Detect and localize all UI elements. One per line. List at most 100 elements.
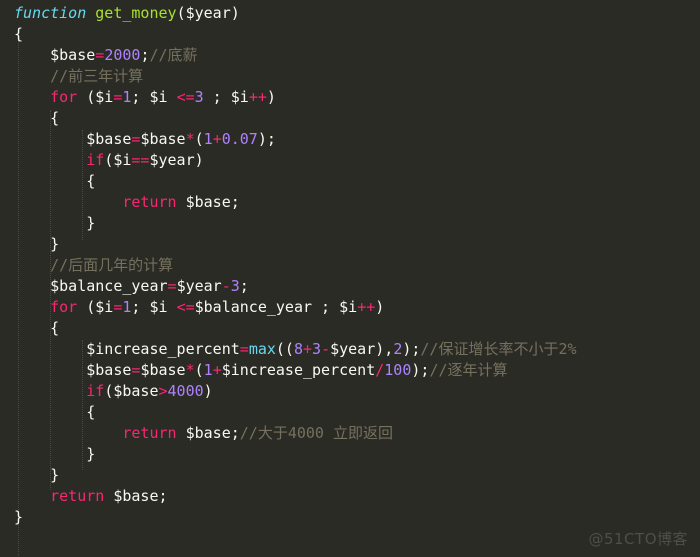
token-var: $base	[113, 382, 159, 400]
code-line[interactable]: {	[0, 108, 700, 129]
token-punc: }	[86, 445, 96, 463]
code-line[interactable]: //前三年计算	[0, 66, 700, 87]
token-op: /	[375, 361, 385, 379]
token-num: 0.07	[221, 130, 258, 148]
code-line[interactable]: $base=$base*(1+0.07);	[0, 129, 700, 150]
token-op: -	[221, 277, 231, 295]
code-line[interactable]: }	[0, 507, 700, 528]
token-var: $i	[339, 298, 358, 316]
token-kw: for	[50, 88, 78, 106]
token-punc: ;	[239, 277, 249, 295]
token-num: 1	[203, 361, 213, 379]
token-punc	[168, 88, 177, 106]
token-op: >	[158, 382, 168, 400]
code-line[interactable]: return $base;	[0, 192, 700, 213]
token-punc: {	[14, 25, 24, 43]
code-line[interactable]: $increase_percent=max((8+3-$year),2);//保…	[0, 339, 700, 360]
code-line[interactable]: $base=$base*(1+$increase_percent/100);//…	[0, 360, 700, 381]
token-punc: ;	[230, 193, 240, 211]
token-op: <=	[176, 88, 195, 106]
token-op: =	[167, 277, 177, 295]
token-punc: );	[411, 361, 430, 379]
token-punc: {	[86, 172, 96, 190]
code-line[interactable]: $base=2000;//底薪	[0, 45, 700, 66]
code-line[interactable]: }	[0, 444, 700, 465]
code-line[interactable]: function get_money($year)	[0, 3, 700, 24]
token-punc: (	[77, 298, 96, 316]
token-var: $year	[149, 151, 195, 169]
token-num: 8	[293, 340, 303, 358]
code-line[interactable]: {	[0, 171, 700, 192]
token-punc: );	[402, 340, 421, 358]
code-line[interactable]: //后面几年的计算	[0, 255, 700, 276]
token-var: $i	[149, 298, 168, 316]
token-var: $base	[185, 424, 231, 442]
token-num: 2000	[104, 46, 141, 64]
token-punc: }	[50, 466, 60, 484]
token-var: $increase_percent	[221, 361, 376, 379]
token-punc: }	[86, 214, 96, 232]
token-punc	[86, 4, 95, 22]
token-cmt: //底薪	[149, 46, 198, 64]
code-line[interactable]: $balance_year=$year-3;	[0, 276, 700, 297]
token-punc	[104, 487, 113, 505]
token-punc: (	[77, 88, 96, 106]
token-punc: {	[50, 319, 60, 337]
token-var: $base	[140, 361, 186, 379]
token-punc	[177, 424, 186, 442]
token-num: 3	[230, 277, 240, 295]
token-op: -	[321, 340, 331, 358]
token-op: ==	[131, 151, 150, 169]
token-var: $base	[185, 193, 231, 211]
code-line[interactable]: }	[0, 213, 700, 234]
code-line[interactable]: return $base;//大于4000 立即返回	[0, 423, 700, 444]
token-punc: }	[14, 508, 24, 526]
token-punc: )	[230, 4, 240, 22]
code-content[interactable]: function get_money($year){ $base=2000;//…	[0, 3, 700, 549]
token-kw: if	[86, 151, 105, 169]
token-cmt: //逐年计算	[429, 361, 508, 379]
token-num: 4000	[167, 382, 204, 400]
token-fnkw: function	[14, 4, 87, 22]
token-punc: (	[194, 130, 204, 148]
code-line[interactable]: {	[0, 402, 700, 423]
code-line[interactable]: {	[0, 318, 700, 339]
token-op: +	[303, 340, 313, 358]
token-punc: ((	[275, 340, 294, 358]
code-line[interactable]: if($i==$year)	[0, 150, 700, 171]
token-op: *	[185, 130, 195, 148]
code-editor[interactable]: function get_money($year){ $base=2000;//…	[0, 0, 700, 557]
token-op: =	[95, 46, 105, 64]
code-line[interactable]: for ($i=1; $i <=3 ; $i++)	[0, 87, 700, 108]
token-kw: if	[86, 382, 105, 400]
code-line[interactable]: if($base>4000)	[0, 381, 700, 402]
token-punc	[177, 193, 186, 211]
token-op: ++	[357, 298, 376, 316]
token-var: $i	[230, 88, 249, 106]
token-punc: }	[50, 235, 60, 253]
code-line[interactable]: }	[0, 465, 700, 486]
code-line[interactable]: {	[0, 24, 700, 45]
token-op: =	[239, 340, 249, 358]
code-line[interactable]: for ($i=1; $i <=$balance_year ; $i++)	[0, 297, 700, 318]
token-var: $i	[113, 151, 132, 169]
token-num: 100	[384, 361, 412, 379]
token-var: $i	[149, 88, 168, 106]
code-line[interactable]: }	[0, 234, 700, 255]
code-line[interactable]: return $base;	[0, 486, 700, 507]
token-var: $base	[86, 361, 132, 379]
token-num: 1	[203, 130, 213, 148]
token-punc: )	[266, 88, 276, 106]
token-punc: )	[194, 151, 204, 169]
token-punc: (	[104, 382, 114, 400]
